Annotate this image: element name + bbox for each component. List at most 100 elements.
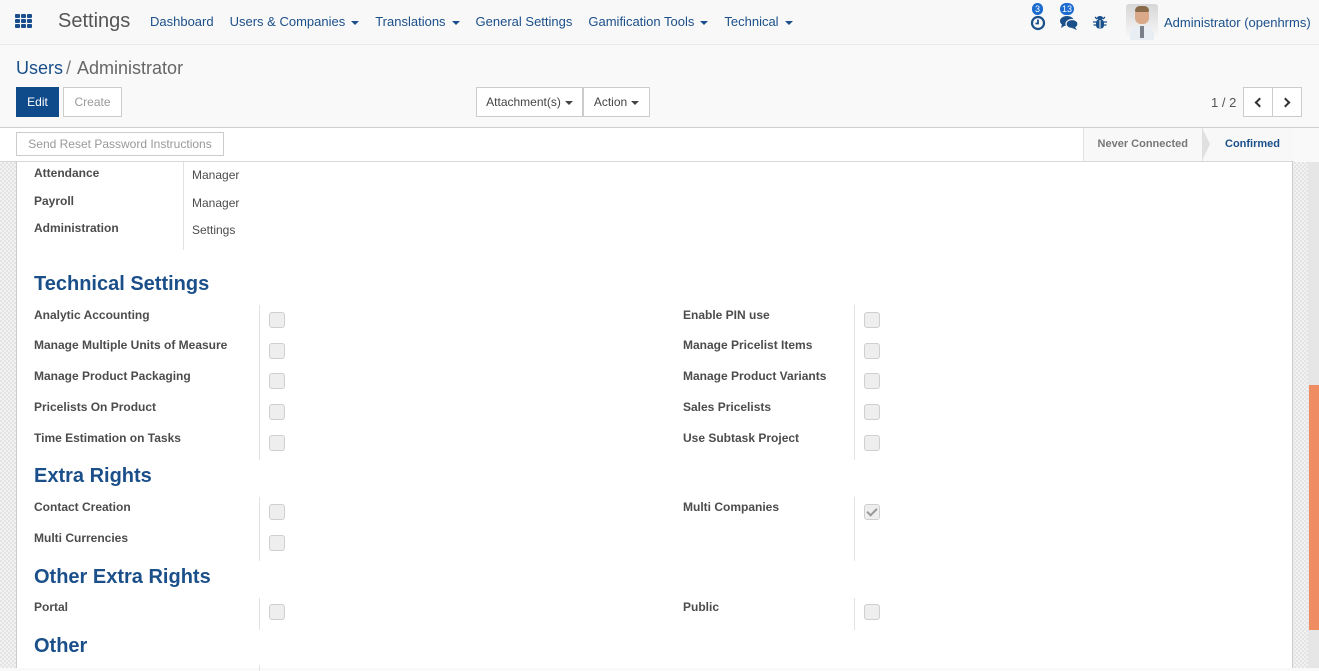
column-divider bbox=[854, 598, 855, 630]
checkbox-product-variants[interactable] bbox=[864, 373, 880, 389]
column-divider bbox=[259, 598, 260, 630]
field-label: Multi Currencies bbox=[34, 531, 129, 545]
create-button[interactable]: Create bbox=[63, 87, 122, 117]
action-dropdown[interactable]: Action bbox=[583, 87, 650, 117]
field-label: Administration bbox=[34, 221, 119, 235]
app-title: Settings bbox=[58, 10, 131, 32]
menu-general-settings[interactable]: General Settings bbox=[476, 14, 573, 29]
breadcrumb: Users / Administrator bbox=[16, 58, 183, 79]
field-label: Portal bbox=[34, 600, 69, 614]
control-panel: Users / Administrator Edit Create Attachme… bbox=[0, 46, 1319, 128]
field-label: Use Subtask Project bbox=[683, 431, 800, 445]
chevron-left-icon bbox=[1254, 97, 1265, 108]
field-label: Multi Companies bbox=[683, 500, 780, 514]
messages-badge: 13 bbox=[1060, 3, 1075, 15]
column-divider bbox=[259, 497, 260, 561]
checkbox-contact-creation[interactable] bbox=[269, 504, 285, 520]
menu-label: General Settings bbox=[475, 14, 573, 29]
section-title-extra-rights: Extra Rights bbox=[34, 465, 152, 487]
pager-previous-button[interactable] bbox=[1243, 87, 1273, 117]
messages-button[interactable]: 13 bbox=[1059, 0, 1083, 45]
bug-icon bbox=[1093, 16, 1107, 29]
checkbox-enable-pin[interactable] bbox=[864, 312, 880, 328]
checkbox-multiple-uom[interactable] bbox=[269, 343, 285, 359]
menu-label: Technical bbox=[724, 14, 779, 29]
top-navbar: Settings Dashboard Users & Companies Tra… bbox=[0, 0, 1319, 45]
caret-down-icon bbox=[700, 20, 709, 25]
user-menu[interactable]: Administrator (openhrms) bbox=[1164, 15, 1311, 30]
menu-users-companies[interactable]: Users & Companies bbox=[230, 14, 360, 29]
field-label: Sales Pricelists bbox=[683, 400, 772, 414]
pager-value[interactable]: 1 / 2 bbox=[1211, 95, 1236, 110]
field-value[interactable]: Settings bbox=[192, 223, 235, 237]
field-label: Payroll bbox=[34, 194, 75, 208]
section-title-technical-settings: Technical Settings bbox=[34, 273, 210, 295]
attachments-dropdown[interactable]: Attachment(s) bbox=[476, 87, 583, 117]
pager-next-button[interactable] bbox=[1272, 87, 1302, 117]
activities-button[interactable]: 3 bbox=[1029, 0, 1049, 45]
breadcrumb-current: Administrator bbox=[77, 58, 184, 78]
menu-label: Translations bbox=[375, 14, 446, 29]
breadcrumb-users[interactable]: Users bbox=[16, 58, 63, 78]
attachments-label: Attachment(s) bbox=[486, 95, 561, 109]
menu-translations[interactable]: Translations bbox=[375, 14, 460, 29]
caret-down-icon bbox=[351, 20, 360, 25]
menu-label: Dashboard bbox=[150, 14, 214, 29]
caret-down-icon bbox=[784, 20, 793, 25]
checkbox-multi-currencies[interactable] bbox=[269, 535, 285, 551]
column-divider bbox=[183, 162, 184, 250]
menu-label: Gamification Tools bbox=[588, 14, 695, 29]
breadcrumb-separator: / bbox=[66, 58, 72, 78]
form-statusbar: Send Reset Password Instructions Never C… bbox=[0, 128, 1294, 162]
checkbox-sales-pricelists[interactable] bbox=[864, 404, 880, 420]
section-title-other: Other bbox=[34, 635, 88, 657]
checkbox-product-packaging[interactable] bbox=[269, 373, 285, 389]
field-label: Public bbox=[683, 600, 720, 614]
field-value[interactable]: Manager bbox=[192, 168, 239, 182]
chevron-right-icon bbox=[1280, 97, 1291, 108]
field-label: Analytic Accounting bbox=[34, 308, 150, 322]
caret-down-icon bbox=[631, 100, 640, 105]
field-label: Manage Pricelist Items bbox=[683, 338, 813, 352]
status-stages: Never Connected Confirmed bbox=[1082, 128, 1294, 161]
form-sheet: Attendance Manager Payroll Manager Admin… bbox=[16, 162, 1293, 671]
scrollbar-thumb[interactable] bbox=[1309, 385, 1319, 630]
user-avatar[interactable] bbox=[1126, 4, 1158, 40]
field-label: Enable PIN use bbox=[683, 308, 770, 322]
main-menu: Dashboard Users & Companies Translations… bbox=[150, 14, 809, 29]
action-label: Action bbox=[593, 95, 628, 109]
checkbox-pricelist-items[interactable] bbox=[864, 343, 880, 359]
send-reset-password-button[interactable]: Send Reset Password Instructions bbox=[16, 132, 224, 156]
menu-dashboard[interactable]: Dashboard bbox=[150, 14, 214, 29]
stage-label: Never Connected bbox=[1097, 138, 1188, 150]
apps-grid-icon[interactable] bbox=[15, 14, 32, 28]
menu-gamification-tools[interactable]: Gamification Tools bbox=[588, 14, 709, 29]
field-label: Manage Product Packaging bbox=[34, 369, 191, 383]
field-label: Attendance bbox=[34, 166, 100, 180]
column-divider bbox=[259, 305, 260, 460]
field-label: Manage Product Variants bbox=[683, 369, 827, 383]
menu-technical[interactable]: Technical bbox=[724, 14, 793, 29]
edit-button[interactable]: Edit bbox=[16, 87, 59, 117]
checkbox-portal[interactable] bbox=[269, 604, 285, 620]
checkbox-subtask-project[interactable] bbox=[864, 435, 880, 451]
caret-down-icon bbox=[564, 100, 573, 105]
checkbox-pricelists-on-product[interactable] bbox=[269, 404, 285, 420]
caret-down-icon bbox=[451, 20, 460, 25]
checkbox-multi-companies[interactable] bbox=[864, 504, 880, 520]
checkbox-public[interactable] bbox=[864, 604, 880, 620]
field-value[interactable]: Manager bbox=[192, 196, 239, 210]
stage-never-connected[interactable]: Never Connected bbox=[1082, 128, 1210, 161]
stage-label: Confirmed bbox=[1225, 138, 1280, 150]
column-divider bbox=[854, 497, 855, 561]
stage-arrow bbox=[1202, 128, 1210, 161]
field-label: Manage Multiple Units of Measure bbox=[34, 338, 228, 352]
checkbox-analytic-accounting[interactable] bbox=[269, 312, 285, 328]
column-divider bbox=[854, 305, 855, 460]
field-label: Time Estimation on Tasks bbox=[34, 431, 181, 445]
stage-confirmed[interactable]: Confirmed bbox=[1202, 128, 1294, 161]
debug-button[interactable] bbox=[1092, 0, 1108, 45]
field-label: Contact Creation bbox=[34, 500, 131, 514]
clock-icon bbox=[1030, 15, 1046, 31]
checkbox-time-estimation[interactable] bbox=[269, 435, 285, 451]
